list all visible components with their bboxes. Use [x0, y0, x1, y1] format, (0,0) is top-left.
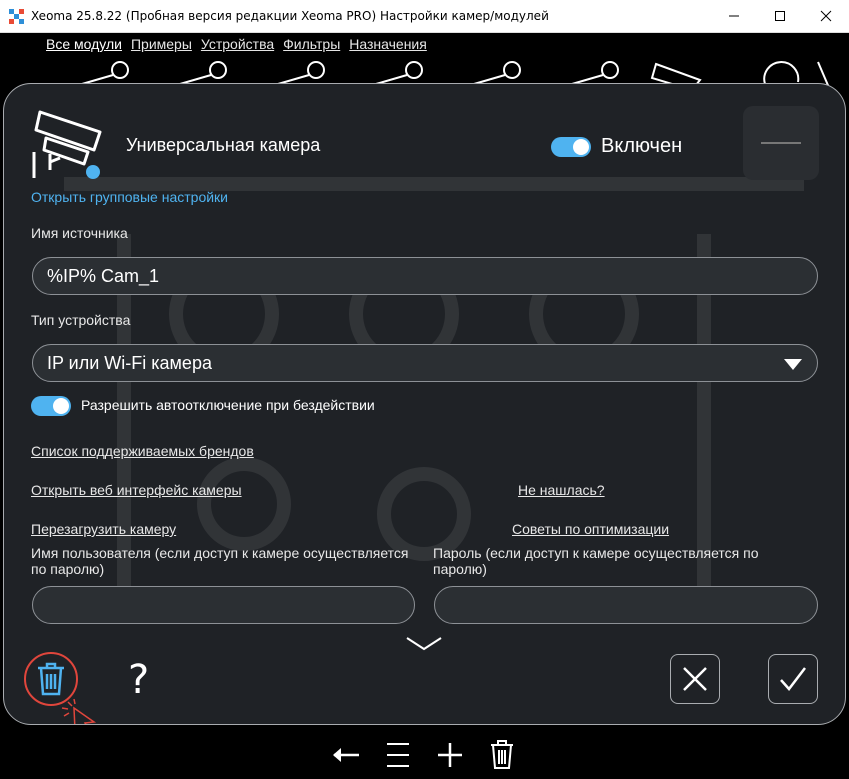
- password-label: Пароль (если доступ к камере осуществляе…: [433, 545, 759, 577]
- checkmark-icon: [780, 667, 806, 691]
- menu-icon: [387, 743, 409, 767]
- supported-brands-link[interactable]: Список поддерживаемых брендов: [31, 443, 254, 459]
- camera-preview-thumbnail[interactable]: [743, 106, 819, 180]
- username-label: Имя пользователя (если доступ к камере о…: [31, 545, 409, 577]
- maximize-icon: [775, 11, 785, 21]
- toggle-knob: [573, 139, 589, 155]
- module-category-menu: Все модули Примеры Устройства Фильтры На…: [46, 36, 436, 54]
- close-x-icon: [683, 667, 707, 691]
- title-bar: Xeoma 25.8.22 (Пробная версия редакции X…: [0, 0, 849, 33]
- enabled-toggle[interactable]: [551, 137, 591, 157]
- status-dot: [86, 165, 100, 179]
- optimization-tips-link[interactable]: Советы по оптимизации: [512, 521, 669, 537]
- bottom-toolbar: [0, 732, 849, 779]
- camera-settings-dialog: Универсальная камера Включен Открыть гру…: [3, 83, 846, 725]
- group-settings-link[interactable]: Открыть групповые настройки: [31, 189, 228, 205]
- scroll-down-chevron-icon[interactable]: [405, 636, 443, 652]
- close-window-button[interactable]: [803, 0, 849, 32]
- source-name-label: Имя источника: [31, 225, 128, 241]
- add-icon: [438, 743, 462, 767]
- not-found-link[interactable]: Не нашлась?: [518, 482, 605, 498]
- menu-button[interactable]: [381, 738, 415, 772]
- chevron-down-icon: [784, 359, 802, 370]
- close-icon: [820, 10, 832, 22]
- trash-icon: [491, 740, 513, 769]
- device-type-select[interactable]: IP или Wi-Fi камера: [32, 344, 818, 382]
- username-input[interactable]: [32, 586, 415, 624]
- preview-placeholder-line: [761, 142, 801, 144]
- toolbar-delete-button[interactable]: [485, 738, 519, 772]
- password-input[interactable]: [434, 586, 818, 624]
- menu-filters[interactable]: Фильтры: [283, 36, 340, 54]
- menu-all-modules[interactable]: Все модули: [46, 36, 122, 54]
- minimize-button[interactable]: [711, 0, 757, 32]
- cancel-button[interactable]: [670, 654, 720, 704]
- toggle-knob: [53, 398, 69, 414]
- device-type-value: IP или Wi-Fi камера: [47, 352, 212, 373]
- source-name-input[interactable]: %IP% Cam_1: [32, 257, 818, 295]
- universal-camera-icon: [32, 110, 102, 179]
- menu-destinations[interactable]: Назначения: [349, 36, 427, 54]
- auto-disable-label: Разрешить автоотключение при бездействии: [81, 397, 375, 413]
- xeoma-app-icon: [9, 9, 24, 24]
- cursor-pointer-icon: [61, 698, 97, 724]
- trash-icon: [38, 662, 64, 696]
- minimize-icon: [729, 15, 739, 17]
- open-web-interface-link[interactable]: Открыть веб интерфейс камеры: [31, 482, 242, 498]
- help-button[interactable]: ?: [128, 657, 149, 703]
- module-title: Универсальная камера: [126, 135, 321, 155]
- back-arrow-icon: [333, 748, 359, 762]
- maximize-button[interactable]: [757, 0, 803, 32]
- restart-camera-link[interactable]: Перезагрузить камеру: [31, 521, 176, 537]
- back-button[interactable]: [329, 738, 363, 772]
- menu-examples[interactable]: Примеры: [131, 36, 192, 54]
- add-button[interactable]: [433, 738, 467, 772]
- auto-disable-toggle[interactable]: [31, 396, 71, 416]
- window-title: Xeoma 25.8.22 (Пробная версия редакции X…: [31, 9, 549, 23]
- enabled-label: Включен: [601, 135, 683, 157]
- confirm-button[interactable]: [768, 654, 818, 704]
- device-type-label: Тип устройства: [31, 312, 131, 328]
- menu-devices[interactable]: Устройства: [201, 36, 274, 54]
